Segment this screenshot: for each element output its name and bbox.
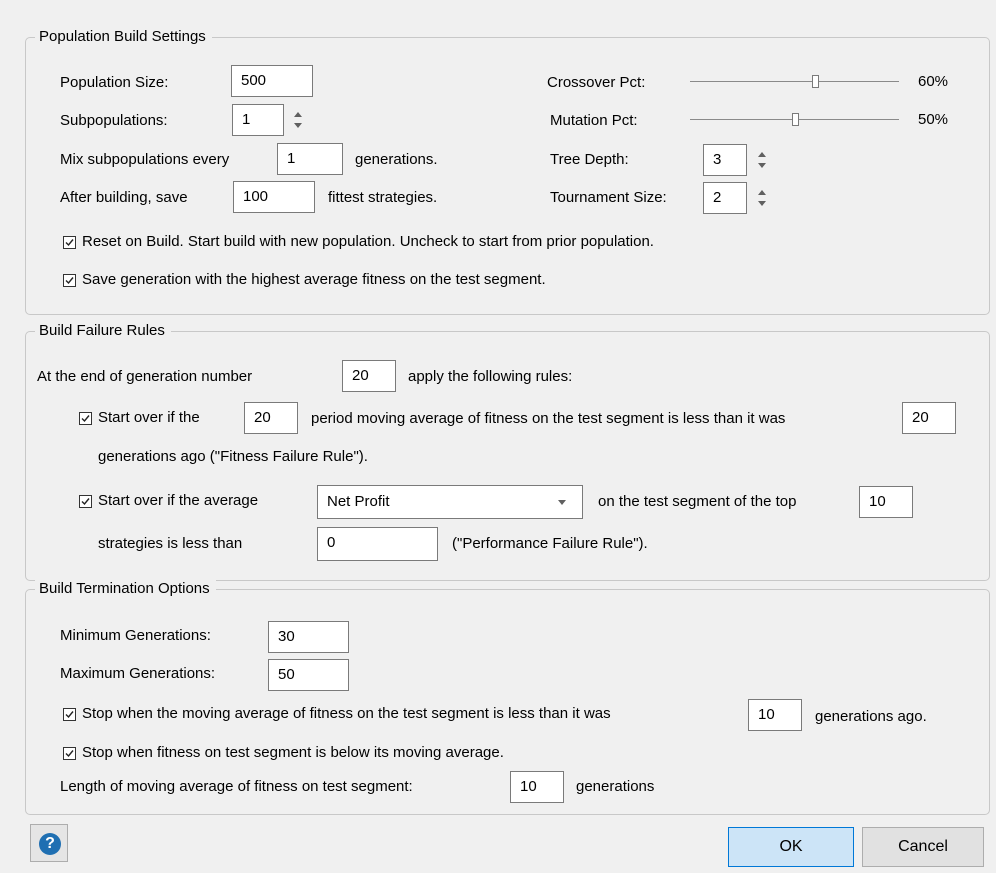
fitness-rule-label: Start over if the (98, 409, 200, 426)
performance-rule-mid-label: on the test segment of the top (598, 493, 797, 510)
end-gen-input[interactable]: 20 (342, 360, 396, 392)
checkmark-icon (81, 498, 90, 506)
spin-up-icon[interactable] (294, 112, 302, 117)
tournament-size-label: Tournament Size: (550, 189, 667, 206)
subpopulations-input[interactable]: 1 (232, 104, 284, 136)
population-build-title: Population Build Settings (35, 27, 212, 47)
tournament-size-input[interactable]: 2 (703, 182, 747, 214)
spin-up-icon[interactable] (758, 190, 766, 195)
tournament-size-spinner[interactable] (755, 182, 771, 214)
min-generations-label: Minimum Generations: (60, 627, 211, 644)
ma-length-input[interactable]: 10 (510, 771, 564, 803)
end-gen-label: At the end of generation number (37, 368, 253, 385)
spin-up-icon[interactable] (758, 152, 766, 157)
ma-length-label: Length of moving average of fitness on t… (60, 778, 413, 795)
fitness-rule-checkbox[interactable] (79, 412, 92, 425)
fitness-period-input[interactable]: 20 (244, 402, 298, 434)
tree-depth-input[interactable]: 3 (703, 144, 747, 176)
mix-input[interactable]: 1 (277, 143, 343, 175)
performance-metric-select[interactable]: Net Profit (317, 485, 583, 519)
help-icon: ? (39, 833, 61, 855)
checkmark-icon (65, 711, 74, 719)
cancel-button[interactable]: Cancel (862, 827, 984, 867)
dropdown-arrow-icon[interactable] (558, 500, 566, 505)
performance-rule-label: Start over if the average (98, 492, 259, 509)
mix-suffix-label: generations. (355, 151, 438, 168)
subpopulations-label: Subpopulations: (60, 112, 168, 129)
ok-button[interactable]: OK (728, 827, 854, 867)
population-size-input[interactable]: 500 (231, 65, 313, 97)
crossover-value: 60% (918, 73, 949, 90)
failure-rules-title: Build Failure Rules (35, 321, 171, 341)
max-generations-label: Maximum Generations: (60, 665, 216, 682)
performance-metric-value: Net Profit (327, 493, 390, 510)
fitness-rule-mid-label: period moving average of fitness on the … (311, 410, 786, 427)
stop-moving-average-label: Stop when the moving average of fitness … (82, 705, 611, 722)
after-building-label: After building, save (60, 189, 188, 206)
stop-moving-average-checkbox[interactable] (63, 708, 76, 721)
spin-down-icon[interactable] (758, 163, 766, 168)
stop-below-ma-label: Stop when fitness on test segment is bel… (82, 744, 504, 761)
checkmark-icon (65, 239, 74, 247)
ma-length-suffix: generations (576, 778, 655, 795)
checkmark-icon (65, 750, 74, 758)
spin-down-icon[interactable] (758, 201, 766, 206)
population-size-label: Population Size: (60, 74, 169, 91)
performance-rule-suffix-label: ("Performance Failure Rule"). (452, 535, 648, 552)
checkmark-icon (81, 415, 90, 423)
performance-threshold-input[interactable]: 0 (317, 527, 438, 561)
fittest-count-input[interactable]: 100 (233, 181, 315, 213)
max-generations-input[interactable]: 50 (268, 659, 349, 691)
crossover-thumb[interactable] (812, 75, 820, 88)
performance-rule-checkbox[interactable] (79, 495, 92, 508)
mutation-value: 50% (918, 111, 949, 128)
mutation-slider[interactable] (690, 113, 899, 127)
end-gen-suffix-label: apply the following rules: (408, 368, 573, 385)
help-button[interactable]: ? (30, 824, 68, 862)
stop-moving-average-input[interactable]: 10 (748, 699, 802, 731)
mix-label: Mix subpopulations every (60, 151, 230, 168)
stop-below-ma-checkbox[interactable] (63, 747, 76, 760)
mutation-thumb[interactable] (791, 113, 799, 126)
crossover-slider[interactable] (690, 75, 899, 89)
mutation-label: Mutation Pct: (550, 112, 638, 129)
stop-moving-average-suffix: generations ago. (815, 708, 927, 725)
tree-depth-spinner[interactable] (755, 144, 771, 176)
termination-title: Build Termination Options (35, 579, 216, 599)
performance-top-input[interactable]: 10 (859, 486, 913, 518)
tree-depth-label: Tree Depth: (550, 151, 629, 168)
fitness-gens-input[interactable]: 20 (902, 402, 956, 434)
min-generations-input[interactable]: 30 (268, 621, 349, 653)
performance-line2-label: strategies is less than (98, 535, 243, 552)
checkmark-icon (65, 277, 74, 285)
reset-on-build-label: Reset on Build. Start build with new pop… (82, 233, 654, 250)
fittest-suffix-label: fittest strategies. (328, 189, 438, 206)
reset-on-build-checkbox[interactable] (63, 236, 76, 249)
subpopulations-spinner[interactable] (291, 104, 307, 136)
spin-down-icon[interactable] (294, 123, 302, 128)
save-generation-label: Save generation with the highest average… (82, 271, 546, 288)
crossover-track (690, 81, 899, 82)
crossover-label: Crossover Pct: (547, 74, 646, 91)
fitness-rule-suffix-label: generations ago ("Fitness Failure Rule")… (98, 448, 368, 465)
save-generation-checkbox[interactable] (63, 274, 76, 287)
